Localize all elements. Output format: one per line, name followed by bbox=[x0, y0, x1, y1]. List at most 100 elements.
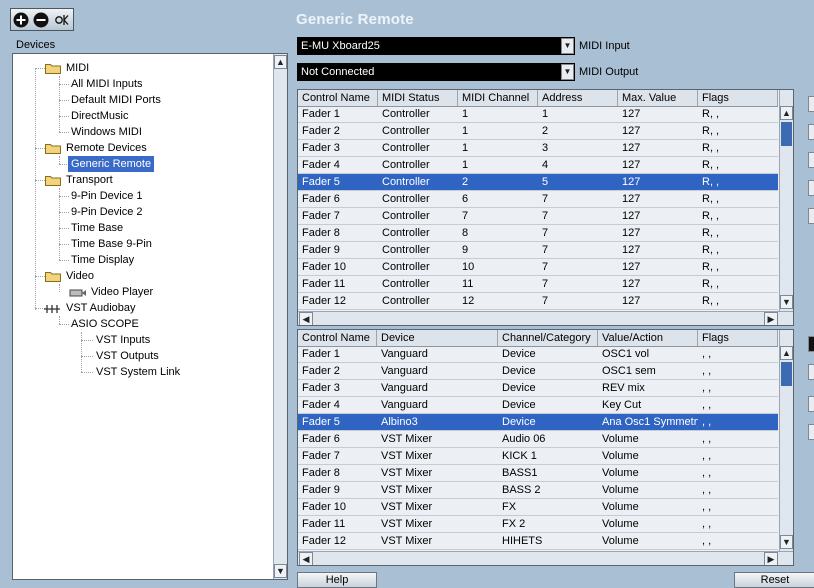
tree-node-generic-remote[interactable]: Generic Remote bbox=[68, 156, 155, 172]
table-row[interactable]: Fader 7 VST Mixer KICK 1 Volume , , bbox=[298, 448, 778, 465]
tree-node-midi[interactable]: MIDI bbox=[66, 60, 89, 76]
table-row[interactable]: Fader 2 Vanguard Device OSC1 sem , , bbox=[298, 363, 778, 380]
tree-node-windows-midi[interactable]: Windows MIDI bbox=[71, 124, 142, 140]
tree-node-all-midi-inputs[interactable]: All MIDI Inputs bbox=[71, 76, 143, 92]
side-button[interactable] bbox=[808, 96, 814, 112]
table-row[interactable]: Fader 10 Controller 10 7 127 R, , bbox=[298, 259, 778, 276]
table-row[interactable]: Fader 5 Albino3 Device Ana Osc1 Symmetry , , bbox=[298, 414, 778, 431]
minus-circle-icon[interactable] bbox=[33, 12, 49, 28]
tree-node-default-midi-ports[interactable]: Default MIDI Ports bbox=[71, 92, 161, 108]
table-row[interactable]: Fader 5 Controller 2 5 127 R, , bbox=[298, 174, 778, 191]
table-row[interactable]: Fader 3 Vanguard Device REV mix , , bbox=[298, 380, 778, 397]
column-header[interactable]: Device bbox=[377, 330, 498, 346]
upper-table-hscrollbar[interactable]: ◀ ▶ bbox=[298, 311, 793, 325]
table-row[interactable]: Fader 6 Controller 6 7 127 R, , bbox=[298, 191, 778, 208]
tree-node-9pin-device-2[interactable]: 9-Pin Device 2 bbox=[71, 204, 143, 220]
tree-node-asio-scope[interactable]: ASIO SCOPE bbox=[71, 316, 139, 332]
scroll-up-icon[interactable]: ▲ bbox=[780, 346, 793, 360]
column-header[interactable]: Control Name bbox=[298, 90, 378, 106]
scroll-down-icon[interactable]: ▼ bbox=[274, 564, 287, 578]
tree-node-vst-audiobay[interactable]: VST Audiobay bbox=[66, 300, 136, 316]
column-header[interactable]: Control Name bbox=[298, 330, 377, 346]
help-button[interactable]: Help bbox=[297, 572, 377, 588]
column-header[interactable]: Flags bbox=[698, 90, 778, 106]
column-header[interactable]: MIDI Status bbox=[378, 90, 458, 106]
table-row[interactable]: Fader 8 Controller 8 7 127 R, , bbox=[298, 225, 778, 242]
side-button[interactable] bbox=[808, 124, 814, 140]
side-button[interactable] bbox=[808, 396, 814, 412]
tree-node-vst-outputs[interactable]: VST Outputs bbox=[96, 348, 159, 364]
scroll-right-icon[interactable]: ▶ bbox=[764, 552, 778, 565]
column-header[interactable]: Value/Action bbox=[598, 330, 698, 346]
table-row[interactable]: Fader 9 Controller 9 7 127 R, , bbox=[298, 242, 778, 259]
tree-node-vst-system-link[interactable]: VST System Link bbox=[96, 364, 180, 380]
scroll-down-icon[interactable]: ▼ bbox=[780, 535, 793, 549]
table-cell: 1 bbox=[462, 142, 469, 154]
table-row[interactable]: Fader 2 Controller 1 2 127 R, , bbox=[298, 123, 778, 140]
table-row[interactable]: Fader 3 Controller 1 3 127 R, , bbox=[298, 140, 778, 157]
tree-node-transport[interactable]: Transport bbox=[66, 172, 113, 188]
devices-tree[interactable]: MIDI All MIDI Inputs Default MIDI Ports … bbox=[12, 53, 288, 580]
table-row[interactable]: Fader 9 VST Mixer BASS 2 Volume , , bbox=[298, 482, 778, 499]
table-cell: Fader 9 bbox=[302, 484, 340, 496]
table-row[interactable]: Fader 10 VST Mixer FX Volume , , bbox=[298, 499, 778, 516]
reset-icon[interactable] bbox=[54, 12, 70, 28]
scroll-right-icon[interactable]: ▶ bbox=[764, 312, 778, 325]
scroll-left-icon[interactable]: ◀ bbox=[299, 312, 313, 325]
tree-node-vst-inputs[interactable]: VST Inputs bbox=[96, 332, 150, 348]
tree-node-remote-devices[interactable]: Remote Devices bbox=[66, 140, 147, 156]
midi-input-select[interactable]: E-MU Xboard25 ▼ bbox=[297, 37, 575, 55]
table-cell: Albino3 bbox=[381, 416, 418, 428]
scroll-left-icon[interactable]: ◀ bbox=[299, 552, 313, 565]
column-header[interactable]: Flags bbox=[698, 330, 778, 346]
scroll-down-icon[interactable]: ▼ bbox=[780, 295, 793, 309]
tree-node-time-base[interactable]: Time Base bbox=[71, 220, 123, 236]
table-row[interactable]: Fader 1 Controller 1 1 127 R, , bbox=[298, 106, 778, 123]
column-header[interactable]: MIDI Channel bbox=[458, 90, 538, 106]
column-header[interactable]: Max. Value bbox=[618, 90, 698, 106]
tree-node-video[interactable]: Video bbox=[66, 268, 94, 284]
table-cell: 1 bbox=[462, 108, 469, 120]
tree-scrollbar[interactable]: ▲ ▼ bbox=[273, 54, 287, 579]
lower-table-hscrollbar[interactable]: ◀ ▶ bbox=[298, 551, 793, 565]
side-button[interactable] bbox=[808, 208, 814, 224]
table-cell: , , bbox=[702, 450, 712, 462]
tree-node-directmusic[interactable]: DirectMusic bbox=[71, 108, 128, 124]
table-row[interactable]: Fader 6 VST Mixer Audio 06 Volume , , bbox=[298, 431, 778, 448]
table-row[interactable]: Fader 1 Vanguard Device OSC1 vol , , bbox=[298, 346, 778, 363]
table-row[interactable]: Fader 8 VST Mixer BASS1 Volume , , bbox=[298, 465, 778, 482]
scroll-thumb[interactable] bbox=[781, 362, 792, 386]
tree-node-time-display[interactable]: Time Display bbox=[71, 252, 134, 268]
table-row[interactable]: Fader 4 Controller 1 4 127 R, , bbox=[298, 157, 778, 174]
scroll-thumb[interactable] bbox=[781, 122, 792, 146]
side-button[interactable] bbox=[808, 364, 814, 380]
side-button[interactable] bbox=[808, 152, 814, 168]
midi-output-select[interactable]: Not Connected ▼ bbox=[297, 63, 575, 81]
table-row[interactable]: Fader 11 VST Mixer FX 2 Volume , , bbox=[298, 516, 778, 533]
side-button[interactable] bbox=[808, 180, 814, 196]
table-row[interactable]: Fader 12 VST Mixer HIHETS Volume , , bbox=[298, 533, 778, 550]
chevron-down-icon[interactable]: ▼ bbox=[561, 38, 574, 54]
table-row[interactable]: Fader 11 Controller 11 7 127 R, , bbox=[298, 276, 778, 293]
table-cell: Fader 6 bbox=[302, 433, 340, 445]
tree-node-video-player[interactable]: Video Player bbox=[91, 284, 153, 300]
side-button[interactable] bbox=[808, 336, 814, 352]
table-cell: Volume bbox=[602, 518, 639, 530]
scroll-up-icon[interactable]: ▲ bbox=[780, 106, 793, 120]
table-row[interactable]: Fader 4 Vanguard Device Key Cut , , bbox=[298, 397, 778, 414]
column-header[interactable]: Address bbox=[538, 90, 618, 106]
tree-node-time-base-9pin[interactable]: Time Base 9-Pin bbox=[71, 236, 152, 252]
tree-line bbox=[35, 148, 45, 149]
lower-table-scrollbar[interactable]: ▲ ▼ bbox=[779, 330, 793, 551]
table-cell: 127 bbox=[622, 278, 641, 290]
plus-circle-icon[interactable] bbox=[13, 12, 29, 28]
tree-node-9pin-device-1[interactable]: 9-Pin Device 1 bbox=[71, 188, 143, 204]
table-row[interactable]: Fader 12 Controller 12 7 127 R, , bbox=[298, 293, 778, 310]
table-row[interactable]: Fader 7 Controller 7 7 127 R, , bbox=[298, 208, 778, 225]
upper-table-scrollbar[interactable]: ▲ ▼ bbox=[779, 90, 793, 311]
scroll-up-icon[interactable]: ▲ bbox=[274, 55, 287, 69]
chevron-down-icon[interactable]: ▼ bbox=[561, 64, 574, 80]
reset-button[interactable]: Reset bbox=[734, 572, 814, 588]
column-header[interactable]: Channel/Category bbox=[498, 330, 598, 346]
side-button[interactable] bbox=[808, 424, 814, 440]
